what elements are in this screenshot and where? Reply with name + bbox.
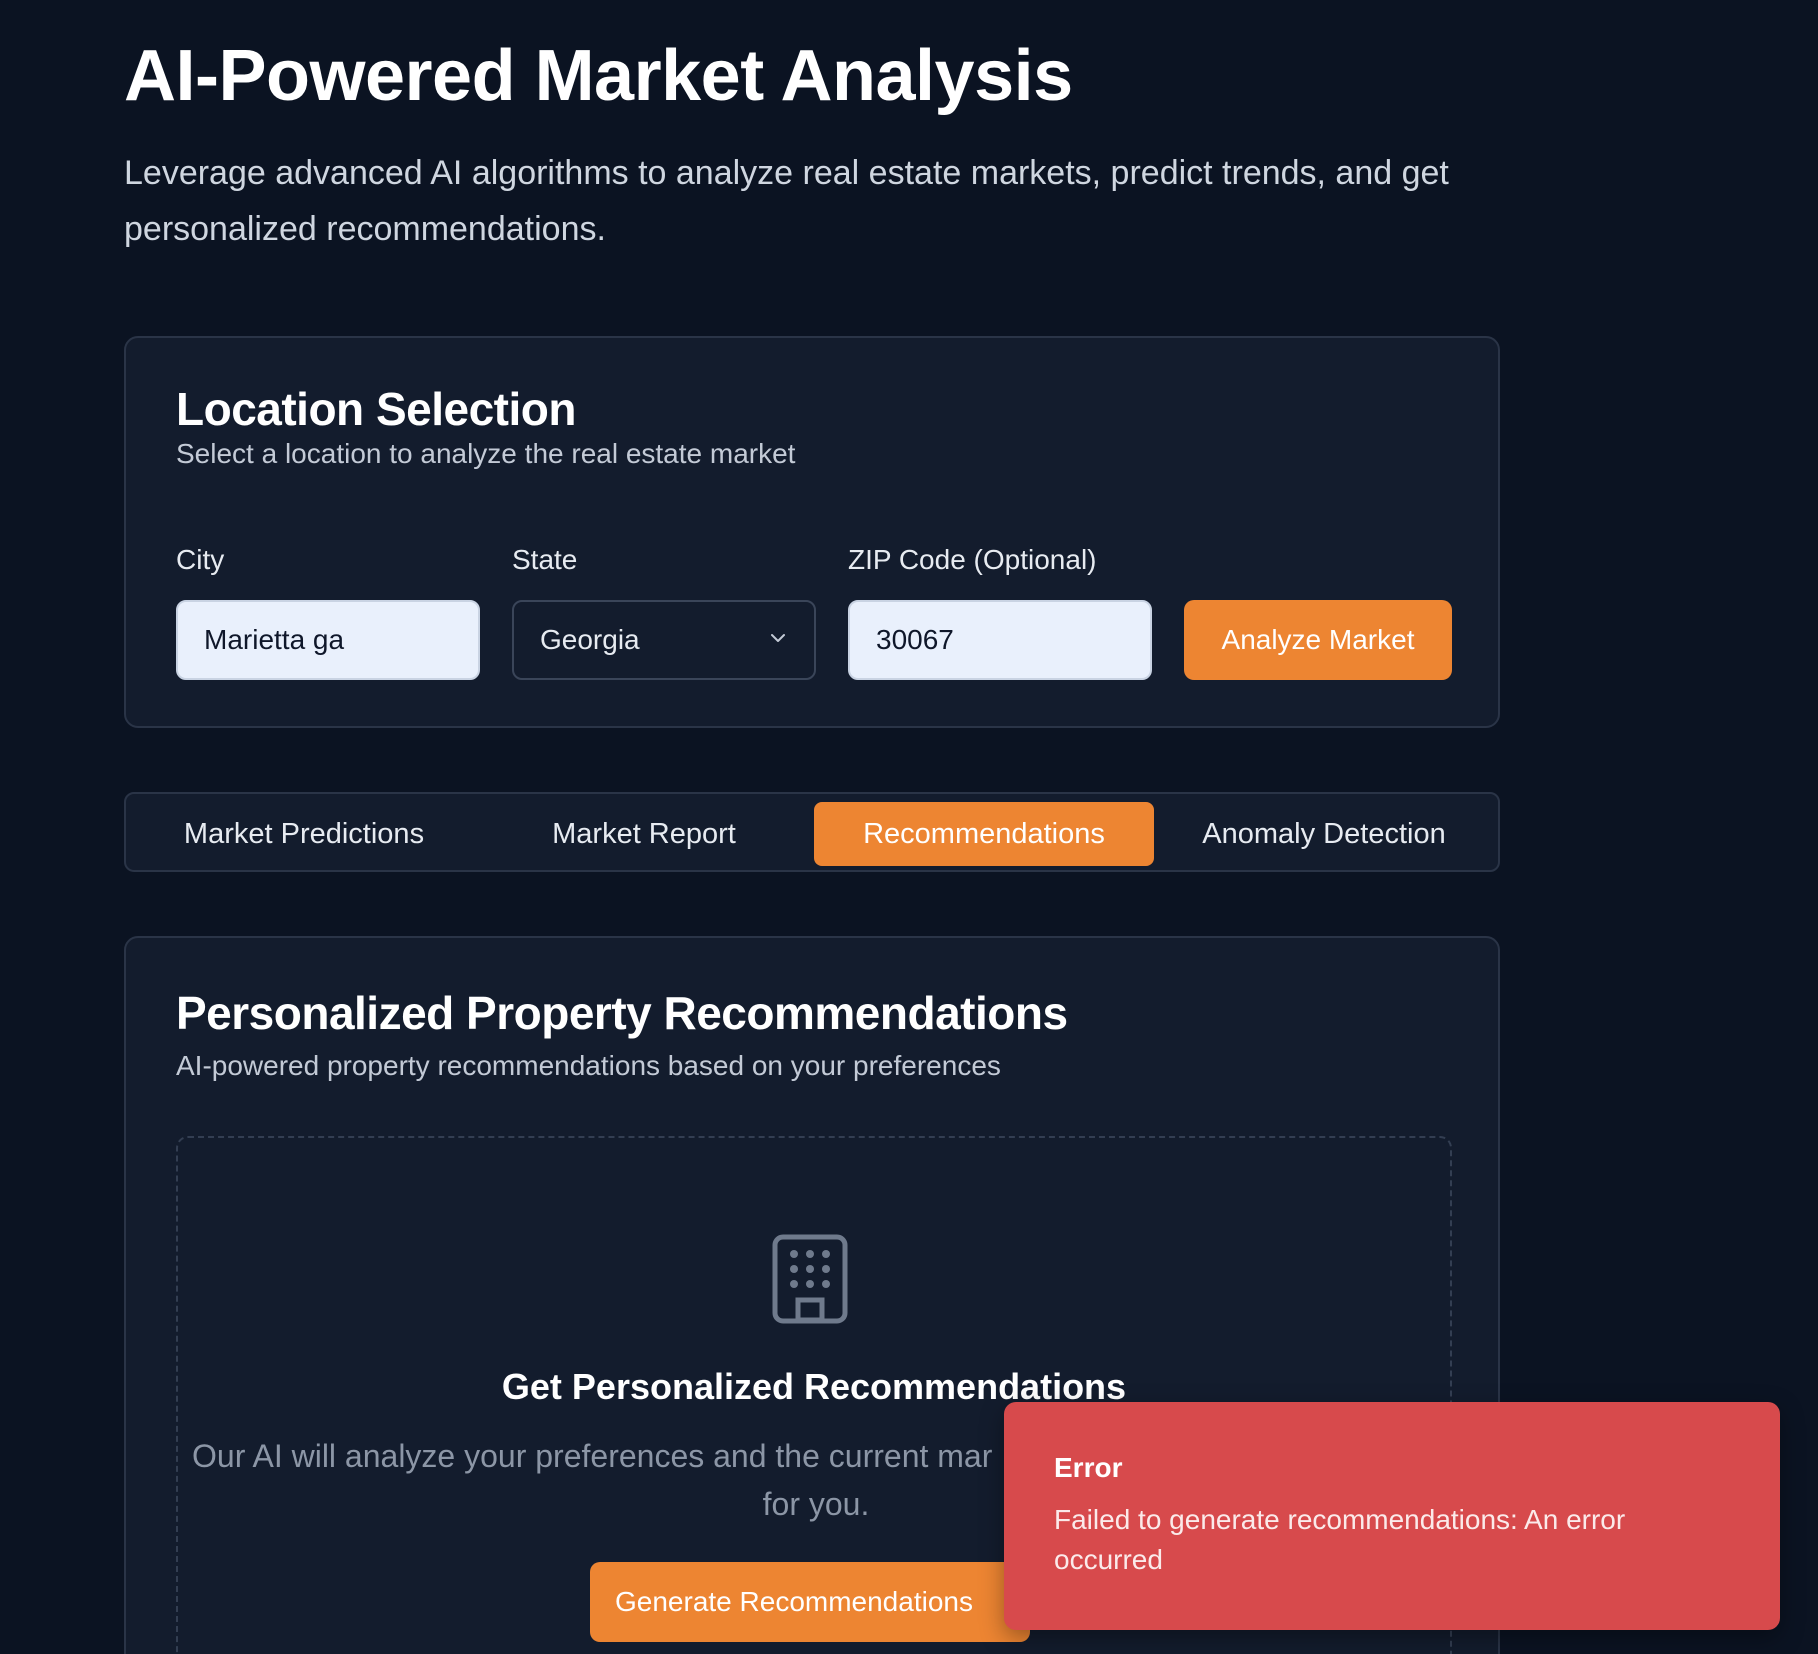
location-card-description: Select a location to analyze the real es… <box>176 438 796 469</box>
state-select-value: Georgia <box>540 624 640 655</box>
tab-market-report[interactable]: Market Report <box>474 802 814 866</box>
generate-recommendations-label: Generate Recommendations <box>615 1586 973 1617</box>
state-label: State <box>512 544 578 575</box>
page-subtitle: Leverage advanced AI algorithms to analy… <box>124 154 1449 248</box>
state-select[interactable]: Georgia <box>512 600 816 680</box>
tab-anomaly-detection[interactable]: Anomaly Detection <box>1154 802 1494 866</box>
zip-label: ZIP Code (Optional) <box>848 544 1097 575</box>
recommendations-card-title: Personalized Property Recommendations <box>176 987 1068 1039</box>
toast-message: Failed to generate recommendations: An e… <box>1054 1504 1626 1575</box>
tab-recommendations[interactable]: Recommendations <box>814 802 1154 866</box>
generate-recommendations-button[interactable]: Generate Recommendations <box>590 1562 1030 1642</box>
analysis-tabs: Market Predictions Market Report Recomme… <box>124 792 1500 872</box>
city-label: City <box>176 544 225 575</box>
page: AI-Powered Market Analysis Leverage adva… <box>0 0 1818 1654</box>
zip-input[interactable]: 30067 <box>848 600 1152 680</box>
city-input[interactable]: Marietta ga <box>176 600 480 680</box>
location-selection-card: Location Selection Select a location to … <box>124 336 1500 728</box>
tab-market-predictions[interactable]: Market Predictions <box>134 802 474 866</box>
page-title: AI-Powered Market Analysis <box>124 36 1073 116</box>
recommendations-card-description: AI-powered property recommendations base… <box>176 1050 1001 1081</box>
error-toast[interactable]: Error Failed to generate recommendations… <box>1004 1402 1780 1630</box>
chevron-down-icon <box>771 634 785 642</box>
location-card-title: Location Selection <box>176 383 576 435</box>
analyze-market-button[interactable]: Analyze Market <box>1184 600 1452 680</box>
building-icon <box>772 1234 848 1324</box>
toast-title: Error <box>1054 1452 1123 1483</box>
